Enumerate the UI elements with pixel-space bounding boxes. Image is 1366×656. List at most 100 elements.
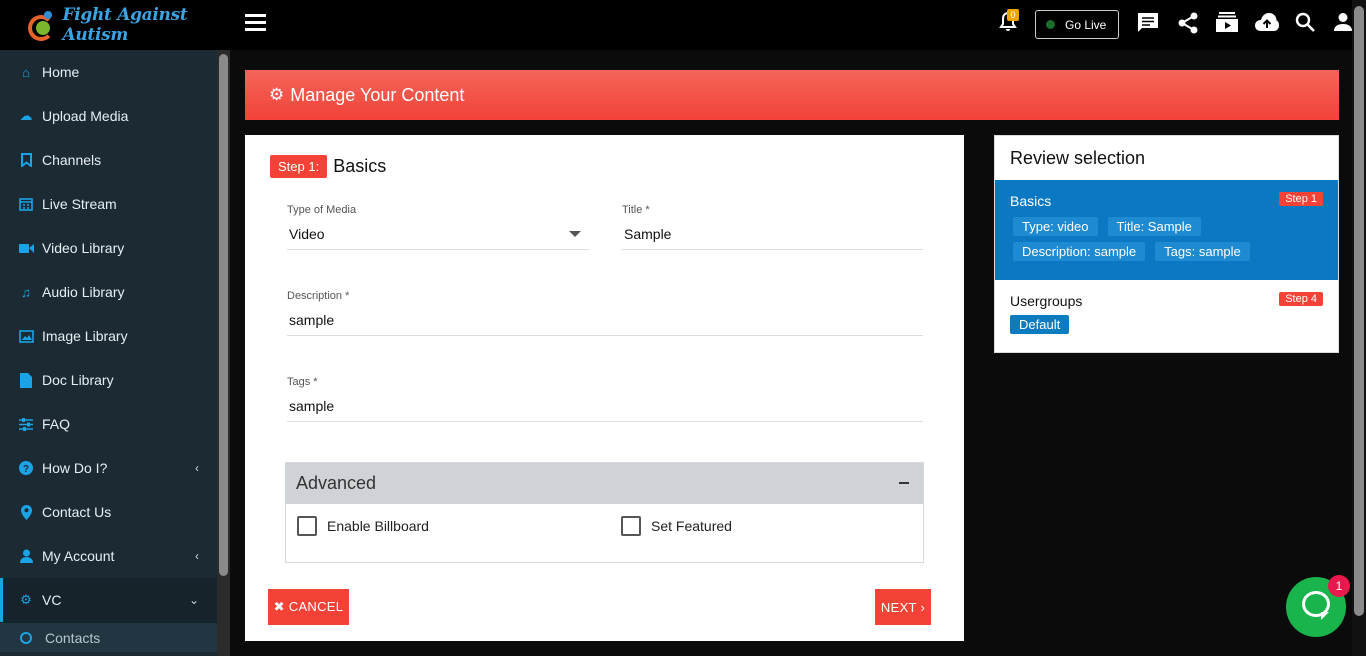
- home-icon: ⌂: [22, 64, 30, 80]
- main-content: ⚙ Manage Your Content Step 1: Basics Typ…: [230, 50, 1352, 656]
- step-heading: Step 1: Basics: [270, 155, 386, 178]
- sidebar-item-label: My Account: [42, 548, 115, 564]
- next-button[interactable]: NEXT ›: [875, 589, 931, 625]
- collapse-icon[interactable]: [899, 482, 909, 484]
- step-badge: Step 1:: [270, 155, 328, 178]
- sliders-icon: [18, 416, 34, 432]
- page-title: Manage Your Content: [290, 84, 465, 105]
- type-of-media-field: Type of Media Video: [287, 204, 589, 250]
- chip-title: Title: Sample: [1107, 217, 1201, 236]
- sidebar-subitem-contacts[interactable]: Contacts: [0, 622, 217, 652]
- sidebar-item-how-do-i[interactable]: ? How Do I? ‹: [0, 446, 217, 490]
- sidebar-item-video-library[interactable]: Video Library: [0, 226, 217, 270]
- circle-icon: [20, 631, 32, 644]
- chevron-left-icon: ‹: [195, 461, 199, 475]
- sidebar-item-doc-library[interactable]: Doc Library: [0, 358, 217, 402]
- cogs-icon: ⚙: [20, 592, 32, 607]
- review-section-usergroups[interactable]: Usergroups Step 4 Default: [995, 280, 1338, 344]
- review-section-basics[interactable]: Basics Step 1 Type: video Title: Sample …: [995, 180, 1338, 280]
- step-name: Basics: [333, 156, 387, 176]
- field-label: Title *: [622, 204, 650, 216]
- advanced-panel: Advanced Enable Billboard Set Featured: [285, 462, 924, 563]
- sidebar-item-home[interactable]: ⌂ Home: [0, 50, 217, 94]
- checkbox-box[interactable]: [297, 516, 317, 536]
- checkbox-box[interactable]: [621, 516, 641, 536]
- sidebar-item-label: Audio Library: [42, 284, 125, 300]
- chip-description: Description: sample: [1013, 242, 1146, 261]
- cloud-upload-icon[interactable]: [1254, 12, 1279, 36]
- search-icon[interactable]: [1293, 12, 1317, 36]
- video-camera-icon: [18, 240, 34, 256]
- page-scrollbar[interactable]: [1352, 0, 1366, 656]
- topbar: 0 Go Live: [230, 0, 1366, 50]
- map-pin-icon: [18, 504, 34, 520]
- logo-icon: [26, 7, 58, 43]
- sidebar-item-label: Live Stream: [42, 196, 117, 212]
- question-circle-icon: ?: [18, 460, 34, 476]
- go-live-label: Go Live: [1065, 17, 1107, 32]
- chip-list: Type: video Title: Sample Description: s…: [1010, 217, 1323, 261]
- dropdown-caret-icon: [569, 231, 581, 237]
- step-badge: Step 4: [1279, 292, 1323, 306]
- sidebar-item-audio-library[interactable]: ♫ Audio Library: [0, 270, 217, 314]
- go-live-button[interactable]: Go Live: [1035, 10, 1119, 39]
- live-status-dot: [1046, 20, 1055, 29]
- chat-icon[interactable]: [1136, 12, 1160, 36]
- sidebar-item-contact-us[interactable]: Contact Us: [0, 490, 217, 534]
- sidebar-item-label: Channels: [42, 152, 102, 168]
- chip-tags: Tags: sample: [1155, 242, 1250, 261]
- section-title: Usergroups: [1010, 293, 1083, 309]
- select-value: Video: [289, 226, 325, 242]
- chip-usergroup: Default: [1010, 315, 1070, 334]
- sidebar-item-vc[interactable]: ⚙ VC ⌄: [0, 578, 217, 622]
- sidebar-item-channels[interactable]: Channels: [0, 138, 217, 182]
- section-title: Basics: [1010, 193, 1052, 209]
- sidebar-item-label: VC: [42, 592, 62, 608]
- description-input[interactable]: sample: [287, 312, 923, 336]
- set-featured-checkbox[interactable]: Set Featured: [621, 516, 732, 536]
- review-selection-panel: Review selection Basics Step 1 Type: vid…: [994, 135, 1339, 353]
- logo[interactable]: Fight Against Autism: [0, 0, 230, 50]
- sidebar-item-live-stream[interactable]: Live Stream: [0, 182, 217, 226]
- field-label: Type of Media: [287, 204, 357, 216]
- title-field: Title * Sample: [622, 204, 923, 250]
- playlist-icon[interactable]: [1215, 12, 1239, 36]
- tags-input[interactable]: sample: [287, 398, 923, 422]
- user-icon: [18, 548, 34, 564]
- enable-billboard-checkbox[interactable]: Enable Billboard: [297, 516, 429, 536]
- advanced-panel-title: Advanced: [296, 473, 377, 493]
- cloud-upload-icon: ☁: [19, 108, 33, 123]
- checkbox-label: Enable Billboard: [327, 518, 429, 534]
- sidebar-item-my-account[interactable]: My Account ‹: [0, 534, 217, 578]
- calendar-icon: [18, 196, 34, 212]
- chip-list: Default: [1010, 315, 1323, 334]
- notification-badge: 0: [1007, 9, 1019, 21]
- description-field: Description * sample: [287, 290, 923, 336]
- chat-widget-button[interactable]: 1: [1286, 575, 1350, 637]
- sidebar-scrollbar[interactable]: [217, 50, 230, 656]
- sidebar-item-label: Contact Us: [42, 504, 112, 520]
- sidebar-item-label: Video Library: [42, 240, 125, 256]
- sidebar-item-label: Home: [42, 64, 80, 80]
- document-icon: [18, 372, 34, 388]
- tags-field: Tags * sample: [287, 376, 923, 422]
- sidebar-item-image-library[interactable]: Image Library: [0, 314, 217, 358]
- svg-text:?: ?: [23, 464, 29, 475]
- sidebar-item-upload-media[interactable]: ☁ Upload Media: [0, 94, 217, 138]
- chat-unread-badge: 1: [1328, 575, 1350, 597]
- sidebar-item-faq[interactable]: FAQ: [0, 402, 217, 446]
- advanced-panel-header[interactable]: Advanced: [286, 463, 923, 504]
- bookmark-icon: [18, 152, 34, 168]
- review-title: Review selection: [1010, 147, 1146, 168]
- checkbox-label: Set Featured: [651, 518, 732, 534]
- cancel-button[interactable]: ✖ CANCEL: [268, 589, 349, 625]
- sidebar-item-label: FAQ: [42, 416, 71, 432]
- sidebar: Fight Against Autism ⌂ Home ☁ Upload Med…: [0, 0, 230, 656]
- chevron-down-icon: ⌄: [188, 593, 199, 607]
- title-input[interactable]: Sample: [622, 226, 923, 250]
- menu-toggle-icon[interactable]: [245, 14, 266, 32]
- sidebar-nav: ⌂ Home ☁ Upload Media Channels Live Stre…: [0, 50, 217, 652]
- share-icon[interactable]: [1176, 12, 1200, 36]
- image-icon: [18, 328, 34, 344]
- type-of-media-select[interactable]: Video: [287, 226, 589, 250]
